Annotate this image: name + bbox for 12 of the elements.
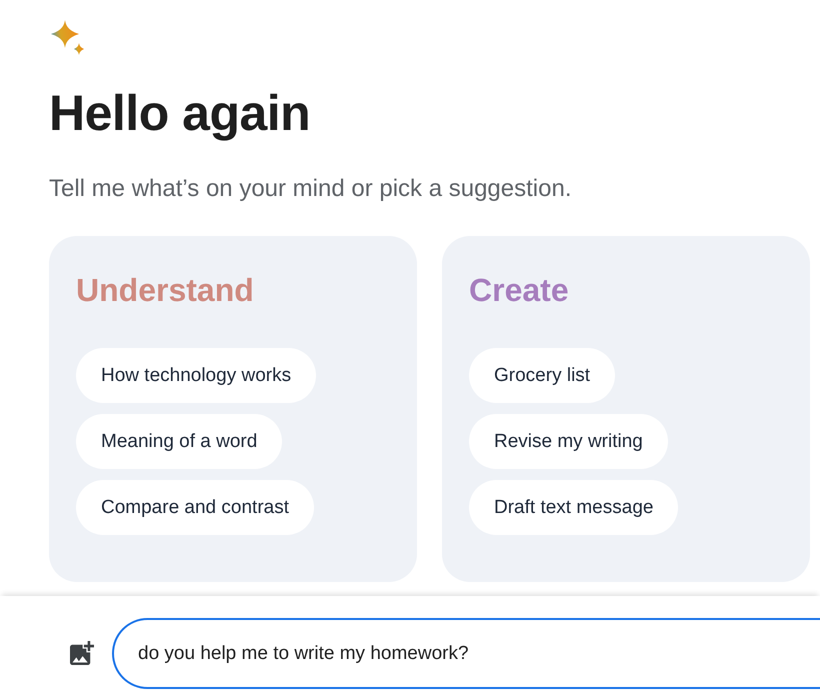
suggestion-chip[interactable]: Draft text message bbox=[469, 480, 678, 535]
suggestion-chip[interactable]: Revise my writing bbox=[469, 414, 668, 469]
prompt-field[interactable]: do you help me to write my homework? bbox=[112, 618, 820, 689]
suggestion-chip[interactable]: Meaning of a word bbox=[76, 414, 282, 469]
suggestion-chip[interactable]: Grocery list bbox=[469, 348, 616, 403]
add-image-icon bbox=[70, 641, 94, 665]
card-heading: Create bbox=[469, 272, 569, 309]
greeting-subtitle: Tell me what’s on your mind or pick a suggestion. bbox=[49, 174, 572, 204]
greeting-title: Hello again bbox=[49, 84, 312, 143]
suggestion-chip[interactable]: Compare and contrast bbox=[76, 480, 314, 535]
suggestion-chip[interactable]: How technology works bbox=[76, 348, 316, 403]
card-heading: Understand bbox=[76, 272, 254, 309]
